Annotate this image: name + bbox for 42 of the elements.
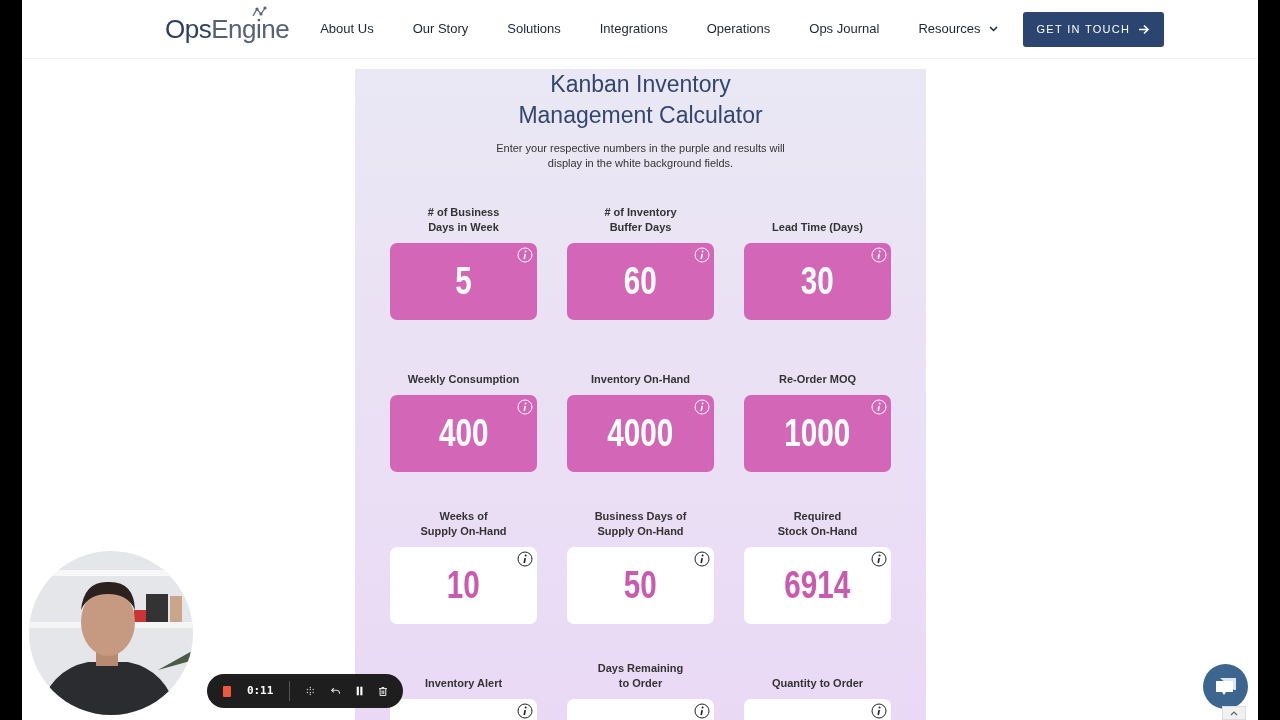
- field-label: Weekly Consumption: [406, 372, 521, 387]
- nav-link[interactable]: Integrations: [599, 19, 668, 39]
- field-label: Re-Order MOQ: [778, 372, 857, 387]
- nav-link[interactable]: Solutions: [507, 19, 561, 39]
- info-icon[interactable]: [871, 551, 887, 567]
- info-icon[interactable]: [517, 703, 533, 719]
- result-field: 10: [390, 547, 537, 624]
- nav-link[interactable]: Ops Journal: [809, 19, 880, 39]
- result-field: 50: [567, 547, 714, 624]
- trash-icon[interactable]: [379, 684, 387, 698]
- nav-link[interactable]: Operations: [706, 19, 771, 39]
- nav-link[interactable]: About Us: [320, 19, 374, 39]
- field-label: Weeks of Supply On-Hand: [419, 509, 508, 539]
- get-in-touch-button[interactable]: GET IN TOUCH: [1022, 11, 1165, 47]
- calculator-title: Kanban Inventory Management Calculator: [517, 70, 764, 130]
- field-label: Business Days of Supply On-Hand: [593, 509, 688, 539]
- info-icon[interactable]: [694, 703, 710, 719]
- field-label: Quantity to Order: [770, 676, 865, 691]
- field-label: Inventory On-Hand: [590, 372, 691, 387]
- info-icon[interactable]: [871, 703, 887, 719]
- nav-link[interactable]: Our Story: [412, 19, 469, 39]
- info-icon[interactable]: [694, 551, 710, 567]
- field-label: # of Inventory Buffer Days: [603, 205, 678, 235]
- grid-icon[interactable]: [306, 685, 315, 697]
- recording-time: 0:11: [246, 682, 274, 699]
- field-label: Inventory Alert: [423, 676, 504, 691]
- stop-button[interactable]: [223, 685, 231, 697]
- field-label: Required Stock On-Hand: [776, 509, 859, 539]
- nav-link[interactable]: Resources: [918, 19, 998, 39]
- result-field: 6914: [744, 547, 891, 624]
- field-label: Days Remaining to Order: [596, 661, 685, 691]
- field-label: # of Business Days in Week: [426, 205, 501, 235]
- undo-icon[interactable]: [330, 686, 340, 696]
- chat-button[interactable]: [1203, 664, 1248, 709]
- info-icon[interactable]: [517, 551, 533, 567]
- logo[interactable]: OpsEngine: [165, 9, 290, 49]
- field-label: Lead Time (Days): [771, 220, 864, 235]
- pause-icon[interactable]: [356, 685, 364, 697]
- calculator-description: Enter your respective numbers in the purple and results will display in the white background fields.: [495, 141, 786, 171]
- arrow-icon: [1138, 23, 1151, 35]
- caret-icon: [1230, 710, 1238, 716]
- caret-icon: [988, 26, 998, 32]
